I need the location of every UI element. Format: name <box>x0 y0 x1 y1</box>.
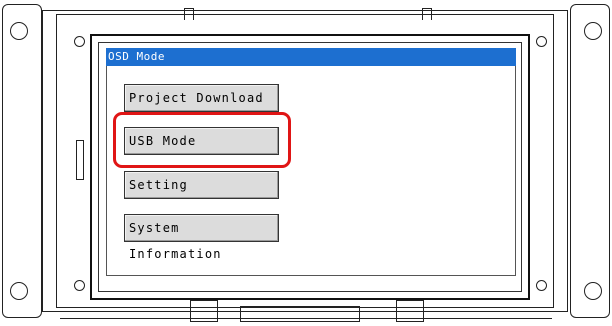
screw-icon <box>536 280 547 291</box>
right-mount-ear <box>570 4 610 318</box>
usb-mode-button[interactable]: USB Mode <box>124 127 279 155</box>
osd-title: OSD Mode <box>108 50 165 63</box>
left-mount-ear <box>2 4 42 318</box>
project-download-button[interactable]: Project Download <box>124 84 279 112</box>
screw-icon <box>74 36 85 47</box>
system-information-button[interactable]: System Information <box>124 214 279 261</box>
menu-item-label: Setting <box>129 178 188 192</box>
menu-item-label: USB Mode <box>129 134 197 148</box>
menu-item-label: System Information <box>129 221 222 261</box>
osd-title-bar: OSD Mode <box>106 48 516 66</box>
menu-item-label: Project Download <box>129 91 264 105</box>
screw-icon <box>536 36 547 47</box>
mount-hole-icon <box>10 282 28 300</box>
mount-hole-icon <box>584 22 602 40</box>
bottom-edge-line <box>60 318 552 319</box>
bottom-connector <box>240 306 360 322</box>
setting-button[interactable]: Setting <box>124 171 279 199</box>
side-connector <box>76 140 84 180</box>
top-tab <box>422 8 432 20</box>
screw-icon <box>74 280 85 291</box>
top-tab <box>184 8 194 20</box>
mount-hole-icon <box>10 22 28 40</box>
mount-hole-icon <box>584 282 602 300</box>
